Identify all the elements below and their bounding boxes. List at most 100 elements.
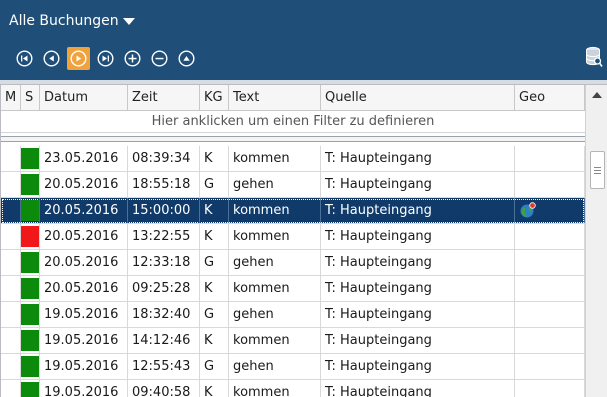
cell-m xyxy=(1,146,21,171)
cell-datum: 19.05.2016 xyxy=(40,328,128,353)
cell-kg: K xyxy=(200,276,229,301)
column-header-s[interactable]: S xyxy=(21,85,40,111)
cell-datum: 23.05.2016 xyxy=(40,146,128,171)
cell-zeit: 13:22:55 xyxy=(128,224,200,249)
cell-quelle: T: Haupteingang xyxy=(321,250,515,275)
previous-record-button[interactable] xyxy=(40,47,63,70)
cell-datum: 19.05.2016 xyxy=(40,302,128,327)
cell-quelle: T: Haupteingang xyxy=(321,380,515,397)
column-header-text[interactable]: Text xyxy=(229,85,321,111)
scroll-thumb-grip-icon xyxy=(594,167,601,168)
column-header-kg[interactable]: KG xyxy=(200,85,229,111)
column-header-m[interactable]: M xyxy=(1,85,21,111)
cell-s xyxy=(21,198,40,223)
column-header-geo[interactable]: Geo xyxy=(515,85,585,111)
cell-s xyxy=(21,172,40,197)
filter-splitter xyxy=(1,136,585,142)
cell-datum: 20.05.2016 xyxy=(40,276,128,301)
cell-kg: K xyxy=(200,224,229,249)
table-row[interactable]: 19.05.2016 09:40:58 Kkommen T: Haupteingang xyxy=(1,380,585,397)
status-indicator xyxy=(21,226,39,247)
vertical-scrollbar[interactable] xyxy=(585,85,607,397)
table-row[interactable]: 19.05.2016 12:55:43 Ggehen T: Haupteingang xyxy=(1,354,585,380)
grid-rows: 23.05.2016 08:39:34 Kkommen T: Haupteingang… xyxy=(1,146,585,397)
add-record-button[interactable] xyxy=(121,47,144,70)
status-indicator xyxy=(21,356,39,377)
status-indicator xyxy=(21,330,39,351)
cell-m xyxy=(1,354,21,379)
table-row[interactable]: 20.05.2016 15:00:00 Kkommen T: Haupteingang xyxy=(1,198,585,224)
table-row[interactable]: 19.05.2016 18:32:40 Ggehen T: Haupteingang xyxy=(1,302,585,328)
cell-geo xyxy=(515,224,585,249)
cell-text: gehen xyxy=(229,172,321,197)
cell-text: kommen xyxy=(229,146,321,171)
toolbar: Alle Buchungen xyxy=(0,0,607,80)
next-record-icon xyxy=(70,49,87,67)
cell-geo xyxy=(515,250,585,275)
table-row[interactable]: 20.05.2016 12:33:18 Ggehen T: Haupteingang xyxy=(1,250,585,276)
cell-zeit: 18:55:18 xyxy=(128,172,200,197)
cell-zeit: 08:39:34 xyxy=(128,146,200,171)
cell-geo xyxy=(515,380,585,397)
table-row[interactable]: 20.05.2016 13:22:55 Kkommen T: Haupteingang xyxy=(1,224,585,250)
cell-s xyxy=(21,328,40,353)
collapse-up-button[interactable] xyxy=(175,47,198,70)
cell-zeit: 14:12:46 xyxy=(128,328,200,353)
column-header-datum[interactable]: Datum xyxy=(40,85,128,111)
cell-geo xyxy=(515,328,585,353)
first-record-icon xyxy=(16,49,33,67)
globe-location-icon[interactable] xyxy=(519,201,537,219)
cell-datum: 19.05.2016 xyxy=(40,354,128,379)
status-indicator xyxy=(21,200,39,221)
cell-m xyxy=(1,380,21,397)
database-search-icon[interactable] xyxy=(585,46,603,68)
table-row[interactable]: 23.05.2016 08:39:34 Kkommen T: Haupteingang xyxy=(1,146,585,172)
first-record-button[interactable] xyxy=(13,47,36,70)
status-indicator xyxy=(21,382,39,397)
cell-datum: 20.05.2016 xyxy=(40,250,128,275)
remove-record-button[interactable] xyxy=(148,47,171,70)
cell-text: kommen xyxy=(229,224,321,249)
cell-quelle: T: Haupteingang xyxy=(321,276,515,301)
scroll-thumb[interactable] xyxy=(590,151,605,189)
cell-geo xyxy=(515,172,585,197)
scroll-thumb-grip-icon xyxy=(594,173,601,174)
cell-quelle: T: Haupteingang xyxy=(321,172,515,197)
cell-m xyxy=(1,302,21,327)
table-row[interactable]: 20.05.2016 09:25:28 Kkommen T: Haupteingang xyxy=(1,276,585,302)
table-row[interactable]: 20.05.2016 18:55:18 Ggehen T: Haupteingang xyxy=(1,172,585,198)
cell-kg: K xyxy=(200,198,229,223)
cell-m xyxy=(1,172,21,197)
cell-quelle: T: Haupteingang xyxy=(321,354,515,379)
scroll-up-arrow-icon xyxy=(592,92,602,98)
cell-text: kommen xyxy=(229,328,321,353)
cell-zeit: 09:40:58 xyxy=(128,380,200,397)
collapse-up-icon xyxy=(178,49,195,67)
cell-datum: 20.05.2016 xyxy=(40,172,128,197)
cell-quelle: T: Haupteingang xyxy=(321,328,515,353)
table-row[interactable]: 19.05.2016 14:12:46 Kkommen T: Haupteingang xyxy=(1,328,585,354)
column-header-quelle[interactable]: Quelle xyxy=(321,85,515,111)
cell-kg: G xyxy=(200,250,229,275)
bookings-grid: M S Datum Zeit KG Text Quelle Geo Hier a… xyxy=(0,84,607,397)
cell-datum: 20.05.2016 xyxy=(40,224,128,249)
filter-row[interactable]: Hier anklicken um einen Filter zu defini… xyxy=(1,111,585,133)
cell-m xyxy=(1,224,21,249)
cell-m xyxy=(1,198,21,223)
column-header-zeit[interactable]: Zeit xyxy=(128,85,200,111)
cell-m xyxy=(1,328,21,353)
cell-zeit: 12:33:18 xyxy=(128,250,200,275)
cell-text: gehen xyxy=(229,250,321,275)
next-record-button[interactable] xyxy=(67,46,90,70)
scroll-up-button[interactable] xyxy=(586,85,607,105)
scroll-thumb-grip-icon xyxy=(594,170,601,171)
cell-geo xyxy=(515,302,585,327)
record-navigation xyxy=(13,46,202,70)
cell-m xyxy=(1,276,21,301)
last-record-button[interactable] xyxy=(94,47,117,70)
view-selector-dropdown[interactable]: Alle Buchungen xyxy=(9,13,135,29)
cell-text: kommen xyxy=(229,276,321,301)
cell-kg: G xyxy=(200,172,229,197)
cell-zeit: 09:25:28 xyxy=(128,276,200,301)
status-indicator xyxy=(21,148,39,169)
